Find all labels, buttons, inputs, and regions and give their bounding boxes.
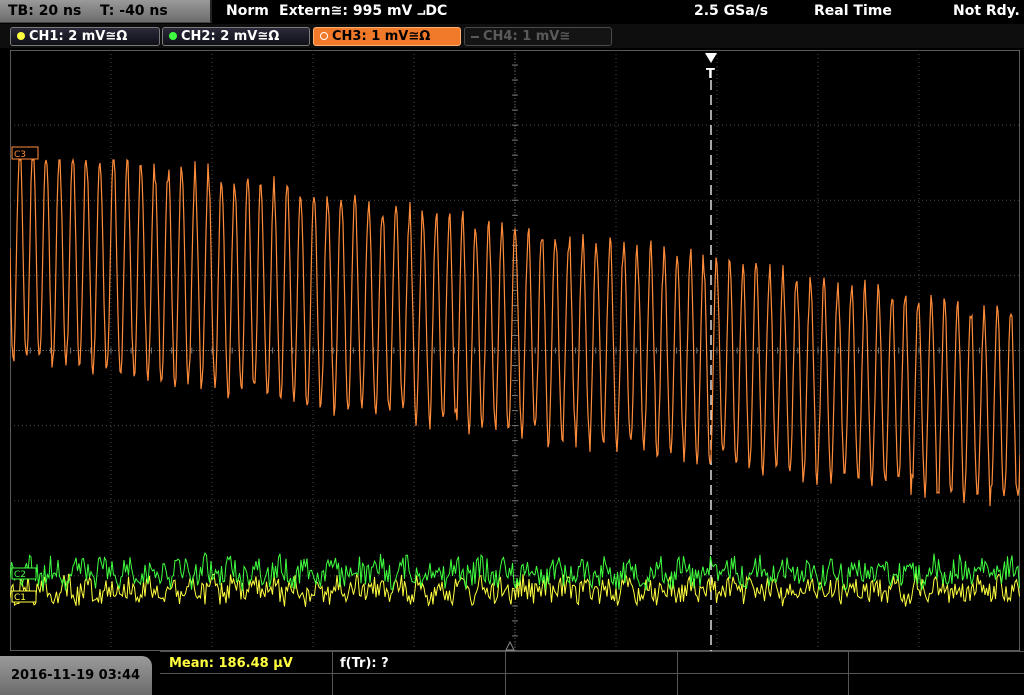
ch2-offset-marker[interactable]: C2: [11, 567, 37, 580]
sample-rate: 2.5 GSa/s: [694, 3, 769, 19]
timebase-value: TB: 20 ns: [8, 3, 82, 19]
trigger-label: T: [706, 67, 715, 82]
channel-bar: CH1: 2 mV≅Ω CH2: 2 mV≅Ω CH3: 1 mV≅Ω CH4:…: [0, 24, 1024, 48]
frequency-measurement[interactable]: f(Tr): ?: [340, 656, 389, 671]
acquisition-mode: Real Time: [814, 3, 892, 19]
timebase-box[interactable]: TB: 20 ns T: -40 ns: [0, 0, 212, 23]
channel-2-label: CH2: 2 mV≅Ω: [181, 29, 280, 44]
datetime: 2016-11-19 03:44: [11, 668, 141, 683]
ch2-marker-label: C2: [14, 570, 26, 580]
channel-3-dot-icon: [320, 32, 328, 40]
trigger-arrow-icon: [705, 53, 717, 63]
waveform-display[interactable]: T C3 C2 C1: [10, 50, 1020, 651]
channel-1-label: CH1: 2 mV≅Ω: [29, 29, 128, 44]
channel-1-dot-icon: [17, 32, 25, 40]
run-state: Not Rdy.: [953, 3, 1020, 19]
ch1-marker-label: C1: [14, 593, 26, 603]
channel-1-button[interactable]: CH1: 2 mV≅Ω: [10, 27, 160, 46]
channel-4-label: CH4: 1 mV≅: [483, 29, 571, 44]
ch3-offset-marker[interactable]: C3: [11, 146, 39, 160]
channel-4-button[interactable]: CH4: 1 mV≅: [464, 27, 612, 46]
status-bar: TB: 20 ns T: -40 ns Norm Extern≅: 995 mV…: [0, 0, 1024, 24]
mean-measurement[interactable]: Mean: 186.48 µV: [169, 656, 293, 671]
measurement-bar: [0, 651, 1024, 695]
ch3-marker-label: C3: [14, 150, 26, 160]
ch1-offset-marker[interactable]: C1: [11, 590, 37, 603]
trigger-offset-value: T: -40 ns: [100, 3, 168, 19]
trigger-marker[interactable]: T: [705, 53, 717, 82]
channel-4-dash-icon: [471, 36, 479, 38]
channel-2-dot-icon: [169, 32, 177, 40]
grid: [10, 50, 1020, 651]
channel-2-button[interactable]: CH2: 2 mV≅Ω: [162, 27, 310, 46]
trigger-mode[interactable]: Norm: [226, 3, 269, 19]
trigger-source[interactable]: Extern≅: 995 mV ⨼DC: [279, 3, 447, 19]
horizontal-position-arrow-icon: [505, 640, 515, 651]
channel-3-button[interactable]: CH3: 1 mV≅Ω: [313, 27, 461, 46]
channel-3-label: CH3: 1 mV≅Ω: [332, 29, 431, 44]
datetime-box: 2016-11-19 03:44: [0, 656, 152, 695]
